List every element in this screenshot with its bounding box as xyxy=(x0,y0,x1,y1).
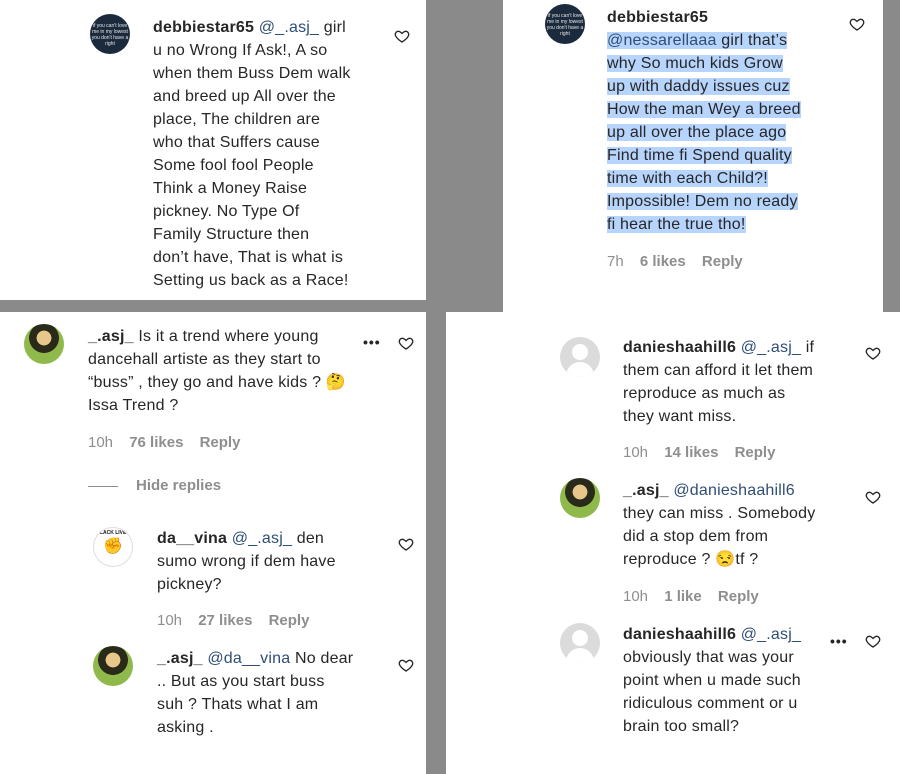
heart-icon[interactable] xyxy=(865,345,881,361)
mention-link[interactable]: @nessarellaaa xyxy=(607,32,717,49)
heart-icon[interactable] xyxy=(398,657,414,673)
mention-link[interactable]: @_.asj_ xyxy=(741,626,801,643)
avatar-debbiestar65[interactable]: if you can't love me in my lowest you do… xyxy=(545,4,585,44)
mention-link[interactable]: @da__vina xyxy=(207,650,290,667)
comment-text: da__vina @_.asj_ den sumo wrong if dem h… xyxy=(157,530,336,593)
mention-link[interactable]: @_.asj_ xyxy=(741,339,801,356)
reply-button[interactable]: Reply xyxy=(702,253,743,270)
mention-link[interactable]: @_.asj_ xyxy=(259,19,319,36)
more-options-icon[interactable]: ••• xyxy=(363,334,381,350)
timestamp: 10h xyxy=(623,444,649,461)
comment-text: debbiestar65 @_.asj_ girl u no Wrong If … xyxy=(153,19,351,289)
avatar-asj[interactable] xyxy=(560,478,600,518)
likes-count[interactable]: 14 likes xyxy=(664,444,718,461)
avatar-danieshaahill6[interactable] xyxy=(560,337,600,377)
username[interactable]: danieshaahill6 xyxy=(623,339,736,356)
comment-meta: 10h 1 like Reply xyxy=(623,588,771,605)
avatar-da-vina[interactable]: BLACK LIVES ✊ xyxy=(93,527,133,567)
username[interactable]: da__vina xyxy=(157,530,227,547)
heart-icon[interactable] xyxy=(398,335,414,351)
comment-meta: 10h 14 likes Reply xyxy=(623,444,787,461)
reply-button[interactable]: Reply xyxy=(735,444,776,461)
avatar-asj[interactable] xyxy=(24,324,64,364)
comment-meta: 10h 76 likes Reply xyxy=(88,434,252,451)
hide-replies-button[interactable]: Hide replies xyxy=(88,477,221,494)
divider xyxy=(88,485,118,487)
likes-count[interactable]: 76 likes xyxy=(129,434,183,451)
username[interactable]: debbiestar65 xyxy=(153,19,254,36)
heart-icon[interactable] xyxy=(865,633,881,649)
comment-text: debbiestar65 @nessarellaaa girl that’s w… xyxy=(607,9,801,233)
heart-icon[interactable] xyxy=(865,489,881,505)
likes-count[interactable]: 1 like xyxy=(664,588,702,605)
timestamp: 10h xyxy=(623,588,649,605)
likes-count[interactable]: 27 likes xyxy=(198,612,252,629)
comment-text: _.asj_ @danieshaahill6 they can miss . S… xyxy=(623,482,816,568)
username[interactable]: danieshaahill6 xyxy=(623,626,736,643)
username[interactable]: debbiestar65 xyxy=(607,9,708,26)
reply-button[interactable]: Reply xyxy=(269,612,310,629)
reply-button[interactable]: Reply xyxy=(200,434,241,451)
avatar-debbiestar65[interactable]: if you can't love me in my lowest you do… xyxy=(90,14,130,54)
comment-meta: 7h 6 likes Reply xyxy=(607,253,755,270)
username[interactable]: _.asj_ xyxy=(88,328,134,345)
heart-icon[interactable] xyxy=(398,536,414,552)
avatar-danieshaahill6[interactable] xyxy=(560,623,600,663)
username[interactable]: _.asj_ xyxy=(623,482,669,499)
comment-text: _.asj_ Is it a trend where young danceha… xyxy=(88,328,346,414)
heart-icon[interactable] xyxy=(849,16,865,32)
reply-button[interactable]: Reply xyxy=(718,588,759,605)
likes-count[interactable]: 6 likes xyxy=(640,253,686,270)
more-options-icon[interactable]: ••• xyxy=(830,633,848,649)
timestamp: 10h xyxy=(157,612,183,629)
comment-text: danieshaahill6 @_.asj_ obviously that wa… xyxy=(623,626,802,735)
comment-text: _.asj_ @da__vina No dear .. But as you s… xyxy=(157,650,354,736)
username[interactable]: _.asj_ xyxy=(157,650,203,667)
avatar-asj[interactable] xyxy=(93,646,133,686)
mention-link[interactable]: @_.asj_ xyxy=(232,530,292,547)
mention-link[interactable]: @danieshaahill6 xyxy=(673,482,795,499)
heart-icon[interactable] xyxy=(394,28,410,44)
timestamp: 7h xyxy=(607,253,624,270)
comment-text: danieshaahill6 @_.asj_ if them can affor… xyxy=(623,339,815,425)
comment-meta: 10h 27 likes Reply xyxy=(157,612,321,629)
timestamp: 10h xyxy=(88,434,114,451)
